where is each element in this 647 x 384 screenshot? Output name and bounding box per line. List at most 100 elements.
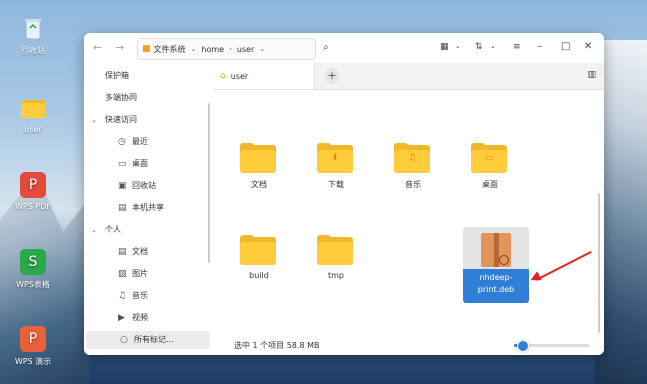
- sidebar-item-documents[interactable]: ▤ 文档: [84, 243, 212, 261]
- zoom-slider-handle[interactable]: [516, 340, 529, 352]
- sidebar-item-label: 文档: [132, 247, 148, 256]
- tab-bar: ⌂ user + ▥: [214, 63, 604, 90]
- sidebar-item-multi-device[interactable]: 多端协同: [84, 89, 212, 107]
- desktop-icon-label: WPS PDF: [15, 202, 51, 211]
- sidebar-item-label: 音乐: [132, 291, 148, 300]
- sidebar-item-pictures[interactable]: ▨ 图片: [84, 265, 212, 283]
- desktop-icon-wps-pdf[interactable]: P WPS PDF: [3, 172, 63, 211]
- folder-item[interactable]: ▭ 桌面: [464, 143, 516, 190]
- maximize-icon[interactable]: □: [561, 41, 570, 52]
- folder-item[interactable]: ♫ 音乐: [387, 143, 439, 190]
- forward-arrow-icon[interactable]: →: [115, 41, 124, 54]
- sidebar-item-label: 最近: [132, 137, 148, 146]
- file-manager-window: ← → ■ 文件系统 ⌄ home › user ⌄ ⌕ ▦ ⌄ ⇅ ⌄ ≡ –…: [84, 33, 604, 355]
- clock-icon: ◷: [118, 137, 126, 147]
- annotation-arrow-head: [528, 271, 542, 285]
- back-arrow-icon[interactable]: ←: [93, 41, 102, 54]
- desktop-icon-wps-slides[interactable]: P WPS 演示: [3, 326, 63, 367]
- sidebar-item-label: 所有标记...: [134, 335, 174, 344]
- tab-label: user: [230, 71, 249, 81]
- file-name-line: print.deb: [477, 285, 515, 294]
- chevron-right-icon: ›: [229, 45, 232, 53]
- breadcrumb-segment[interactable]: 文件系统: [151, 44, 189, 55]
- sidebar-item-label: 多端协同: [105, 93, 137, 102]
- folder-item[interactable]: tmp: [310, 235, 362, 280]
- chevron-down-icon[interactable]: ⌄: [257, 45, 267, 53]
- music-icon: ♫: [118, 291, 127, 301]
- desktop-icon-label: WPS表格: [16, 280, 50, 289]
- selection-status: 选中 1 个项目 58.8 MB: [234, 341, 320, 350]
- document-icon: ▤: [118, 247, 127, 257]
- wps-pdf-icon: P: [20, 172, 46, 198]
- folder-name: 桌面: [482, 180, 498, 189]
- sidebar: 保护箱 多端协同 ⌄ 快速访问 ◷ 最近 ▭ 桌面 ▣ 回收站 ▤ 本机共享 ⌄…: [84, 63, 214, 355]
- sidebar-scrollbar[interactable]: [208, 103, 210, 263]
- status-bar: 选中 1 个项目 58.8 MB: [214, 335, 604, 355]
- sidebar-item-label: 图片: [132, 269, 148, 278]
- folder-name: 音乐: [405, 180, 421, 189]
- folder-name: 下载: [328, 180, 344, 189]
- trash-icon: ▣: [118, 181, 127, 191]
- sidebar-item-all-tags[interactable]: ○ 所有标记...: [86, 331, 210, 349]
- main-content: ⌂ user + ▥ 文档 ⬇ 下载 ♫ 音乐 ▭ 桌面 build tmp n…: [214, 63, 604, 355]
- tag-icon: ○: [120, 335, 128, 345]
- annotation-arrow: [535, 250, 592, 281]
- sidebar-item-music[interactable]: ♫ 音乐: [84, 287, 212, 305]
- folder-icon: [240, 143, 278, 173]
- chevron-down-icon: ⌄: [91, 116, 97, 124]
- trash-icon: [20, 15, 46, 41]
- desktop-icon-label: user: [24, 125, 42, 134]
- folder-item[interactable]: ⬇ 下载: [310, 143, 362, 190]
- wps-sheet-icon: S: [20, 249, 46, 275]
- add-tab-button[interactable]: +: [324, 68, 340, 84]
- download-folder-icon: ⬇: [317, 143, 355, 173]
- share-folder-icon: ▤: [118, 203, 127, 213]
- chevron-down-icon[interactable]: ⌄: [189, 45, 199, 53]
- sidebar-item-safe-box[interactable]: 保护箱: [84, 67, 212, 85]
- image-icon: ▨: [118, 269, 127, 279]
- folder-item[interactable]: build: [233, 235, 285, 280]
- desktop-icon-wps-sheet[interactable]: S WPS表格: [3, 249, 63, 290]
- file-name: nhdeep- print.deb: [463, 269, 529, 303]
- sidebar-group-quick-access[interactable]: ⌄ 快速访问: [84, 111, 212, 129]
- titlebar: ← → ■ 文件系统 ⌄ home › user ⌄ ⌕ ▦ ⌄ ⇅ ⌄ ≡ –…: [84, 33, 604, 63]
- sidebar-item-label: 本机共享: [132, 203, 164, 212]
- chevron-down-icon[interactable]: ⌄: [455, 42, 461, 50]
- file-name-line: nhdeep-: [479, 273, 513, 282]
- sidebar-item-desktop[interactable]: ▭ 桌面: [84, 155, 212, 173]
- search-icon[interactable]: ⌕: [323, 42, 329, 53]
- chevron-down-icon[interactable]: ⌄: [490, 42, 496, 50]
- close-icon[interactable]: ✕: [584, 41, 592, 52]
- sidebar-item-videos[interactable]: ▶ 视频: [84, 309, 212, 327]
- desktop-icon-trash[interactable]: 回收站: [3, 15, 63, 56]
- breadcrumb-segment[interactable]: home: [198, 45, 227, 54]
- video-icon: ▶: [118, 313, 125, 323]
- sidebar-item-label: 回收站: [132, 181, 156, 190]
- file-item-selected[interactable]: nhdeep- print.deb: [463, 227, 529, 303]
- sidebar-item-label: 个人: [105, 225, 121, 234]
- main-scrollbar[interactable]: [598, 193, 600, 333]
- breadcrumb-segment[interactable]: user: [234, 45, 257, 54]
- tab-user[interactable]: ⌂ user: [214, 63, 315, 89]
- address-bar[interactable]: ■ 文件系统 ⌄ home › user ⌄: [137, 38, 316, 60]
- desktop-folder-icon: ▭: [471, 143, 509, 173]
- folder-item[interactable]: 文档: [233, 143, 285, 190]
- sidebar-item-label: 视频: [132, 313, 148, 322]
- preview-panel-icon[interactable]: ▥: [587, 70, 596, 80]
- menu-icon[interactable]: ≡: [513, 42, 521, 52]
- folder-name: tmp: [327, 271, 344, 280]
- desktop-icon-label: WPS 演示: [14, 357, 52, 366]
- sidebar-group-personal[interactable]: ⌄ 个人: [84, 221, 212, 239]
- sidebar-item-local-share[interactable]: ▤ 本机共享: [84, 199, 212, 217]
- sort-icon[interactable]: ⇅: [475, 42, 483, 52]
- sidebar-item-label: 保护箱: [105, 71, 129, 80]
- grid-view-icon[interactable]: ▦: [440, 42, 449, 52]
- sidebar-item-recent[interactable]: ◷ 最近: [84, 133, 212, 151]
- folder-icon: [317, 235, 355, 265]
- desktop-icon-user-folder[interactable]: user: [3, 95, 63, 134]
- folder-name: build: [249, 271, 269, 280]
- minimize-icon[interactable]: –: [537, 41, 542, 52]
- wps-slides-icon: P: [20, 326, 46, 352]
- sidebar-item-trash[interactable]: ▣ 回收站: [84, 177, 212, 195]
- home-icon: ⌂: [220, 71, 226, 81]
